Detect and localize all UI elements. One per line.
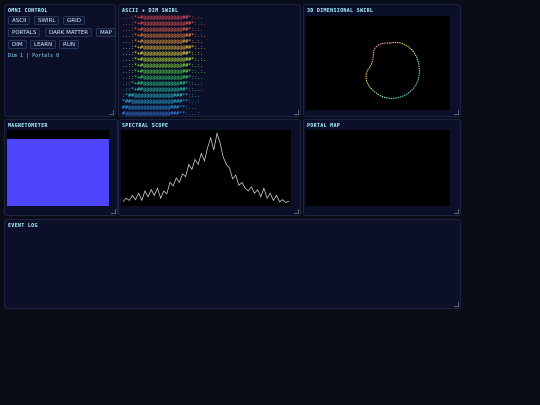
magnetometer-level-fill	[7, 139, 109, 206]
omni-control-panel: OMNI CONTROL ASCII SWIRL GRID PORTALS DA…	[4, 4, 116, 117]
swirl-button[interactable]: SWIRL	[34, 16, 60, 25]
panel-title: ASCII + DIM SWIRL	[122, 8, 179, 14]
map-button[interactable]: MAP	[96, 28, 116, 37]
spectral-scope-panel: SPECTRAL SCOPE	[118, 119, 301, 216]
spectral-trace-svg	[122, 132, 290, 204]
swirl-shape	[365, 41, 420, 99]
swirl-panel: 3D DIMENSIONAL SWIRL	[303, 4, 461, 117]
swirl-canvas	[306, 16, 450, 110]
event-log-panel: EVENT LOG	[4, 219, 461, 309]
dark-matter-button[interactable]: DARK MATTER	[45, 28, 93, 37]
portal-map-panel: PORTAL MAP	[303, 119, 461, 216]
grid-button[interactable]: GRID	[63, 16, 85, 25]
spectral-trace	[122, 132, 290, 204]
ascii-art: ...:*+#@@@@@@@@@@@@@##*:.:. ...:*+#@@@@@…	[122, 15, 206, 117]
panel-title: PORTAL MAP	[307, 123, 341, 129]
dim-button[interactable]: DIM	[8, 40, 27, 49]
panel-title: OMNI CONTROL	[8, 8, 48, 14]
panel-title: MAGNETOMETER	[8, 123, 48, 129]
learn-button[interactable]: LEARN	[30, 40, 57, 49]
magnetometer-canvas	[7, 130, 109, 206]
portal-map-canvas	[306, 130, 450, 206]
ascii-line: #@@@@@@@@@@@@@@@###**:...:	[122, 111, 201, 117]
portals-button[interactable]: PORTALS	[8, 28, 41, 37]
panel-title: SPECTRAL SCOPE	[122, 123, 169, 129]
run-button[interactable]: RUN	[59, 40, 79, 49]
panel-title: 3D DIMENSIONAL SWIRL	[307, 8, 374, 14]
magnetometer-panel: MAGNETOMETER	[4, 119, 118, 216]
ascii-panel: ASCII + DIM SWIRL ...:*+#@@@@@@@@@@@@@##…	[118, 4, 301, 117]
panel-title: EVENT LOG	[8, 223, 38, 229]
status-readout: Dim 1 | Portals 0	[8, 53, 60, 59]
ascii-button[interactable]: ASCII	[8, 16, 31, 25]
spectral-canvas	[121, 130, 291, 206]
